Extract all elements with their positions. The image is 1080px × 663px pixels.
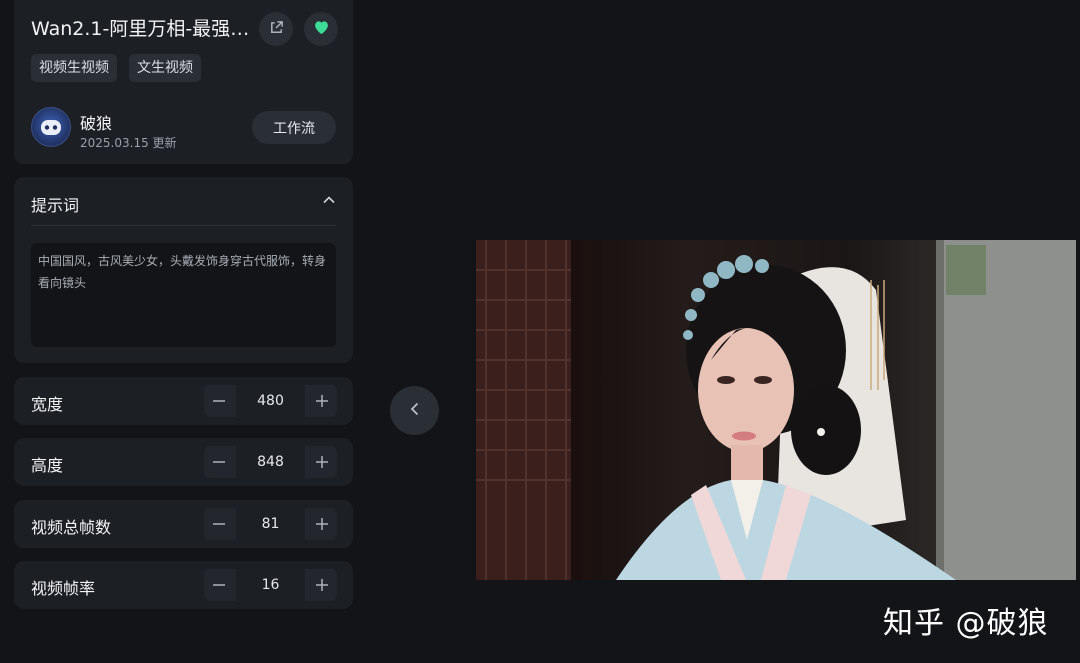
- param-frame-rate: 视频帧率 16: [14, 561, 353, 609]
- workflow-info-card: Wan2.1-阿里万相-最强开源视频大模型 视频生视频 文生视频 破狼 2025…: [14, 0, 353, 164]
- prompt-textarea[interactable]: 中国国风，古风美少女，头戴发饰身穿古代服饰，转身看向镜头: [31, 243, 336, 347]
- param-label: 视频总帧数: [31, 518, 112, 537]
- param-label: 宽度: [31, 395, 64, 414]
- increment-button[interactable]: [307, 508, 337, 540]
- plus-icon: [316, 518, 328, 530]
- previous-button[interactable]: [390, 386, 439, 435]
- plus-icon: [316, 456, 328, 468]
- heart-icon: [313, 19, 330, 39]
- framerate-value[interactable]: 16: [236, 569, 305, 601]
- minus-icon: [213, 523, 225, 525]
- height-stepper: 848: [204, 446, 337, 478]
- watermark: 知乎 @破狼: [883, 606, 1049, 641]
- robot-icon: [41, 120, 61, 135]
- plus-icon: [316, 395, 328, 407]
- increment-button[interactable]: [307, 446, 337, 478]
- collapse-button[interactable]: [319, 191, 339, 211]
- minus-icon: [213, 584, 225, 586]
- chevron-left-icon: [406, 400, 424, 422]
- share-button[interactable]: [259, 12, 293, 46]
- decrement-button[interactable]: [204, 508, 234, 540]
- share-icon: [269, 20, 284, 39]
- param-label: 视频帧率: [31, 579, 96, 598]
- increment-button[interactable]: [307, 385, 337, 417]
- param-height: 高度 848: [14, 438, 353, 486]
- width-stepper: 480: [204, 385, 337, 417]
- workflow-title: Wan2.1-阿里万相-最强开源视频大模型: [31, 18, 259, 40]
- author-avatar[interactable]: [31, 107, 71, 147]
- favorite-button[interactable]: [304, 12, 338, 46]
- decrement-button[interactable]: [204, 385, 234, 417]
- prompt-title: 提示词: [31, 196, 80, 215]
- increment-button[interactable]: [307, 569, 337, 601]
- minus-icon: [213, 400, 225, 402]
- workflow-button[interactable]: 工作流: [252, 111, 336, 144]
- preview-image[interactable]: [476, 240, 1076, 580]
- author-name[interactable]: 破狼: [80, 110, 112, 134]
- frames-stepper: 81: [204, 508, 337, 540]
- tag-text-to-video[interactable]: 文生视频: [129, 54, 201, 82]
- plus-icon: [316, 579, 328, 591]
- decrement-button[interactable]: [204, 446, 234, 478]
- prompt-card: 提示词 中国国风，古风美少女，头戴发饰身穿古代服饰，转身看向镜头: [14, 177, 353, 363]
- height-value[interactable]: 848: [236, 446, 305, 478]
- width-value[interactable]: 480: [236, 385, 305, 417]
- frames-value[interactable]: 81: [236, 508, 305, 540]
- param-label: 高度: [31, 456, 64, 475]
- framerate-stepper: 16: [204, 569, 337, 601]
- update-date: 2025.03.15 更新: [80, 136, 177, 150]
- minus-icon: [213, 461, 225, 463]
- tag-video-to-video[interactable]: 视频生视频: [31, 54, 117, 82]
- param-total-frames: 视频总帧数 81: [14, 500, 353, 548]
- chevron-up-icon: [322, 192, 336, 211]
- portrait-illustration: [476, 240, 1076, 580]
- divider: [31, 225, 336, 226]
- param-width: 宽度 480: [14, 377, 353, 425]
- decrement-button[interactable]: [204, 569, 234, 601]
